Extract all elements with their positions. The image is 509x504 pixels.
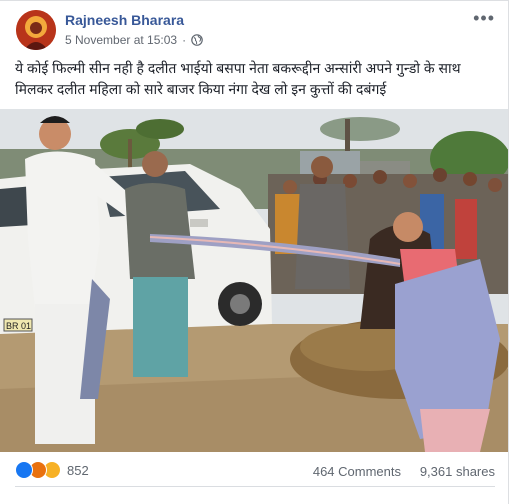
reaction-count: 852 bbox=[67, 462, 89, 478]
post-stats: 852 464 Comments 9,361 shares bbox=[15, 458, 495, 480]
globe-icon[interactable] bbox=[191, 34, 203, 46]
reactions-summary[interactable]: 852 bbox=[15, 461, 89, 479]
post-meta: 5 November at 15:03 · bbox=[65, 33, 203, 47]
ellipsis-icon: ••• bbox=[473, 8, 495, 28]
post-photo-image: BR 01 bbox=[0, 109, 508, 452]
facebook-post: Rajneesh Bharara 5 November at 15:03 · •… bbox=[0, 0, 509, 504]
post-message: ये कोई फिल्मी सीन नही है दलीत भाईयो बसपा… bbox=[15, 60, 461, 97]
shares-count-link[interactable]: 9,361 shares bbox=[420, 464, 495, 479]
divider bbox=[15, 486, 495, 487]
comments-count-link[interactable]: 464 Comments bbox=[313, 464, 401, 479]
post-options-button[interactable]: ••• bbox=[473, 9, 495, 27]
post-top-border bbox=[0, 0, 509, 1]
author-name-link[interactable]: Rajneesh Bharara bbox=[65, 12, 184, 28]
avatar[interactable] bbox=[16, 10, 56, 50]
like-reaction-icon bbox=[15, 461, 33, 479]
post-timestamp-link[interactable]: 5 November at 15:03 bbox=[65, 33, 177, 47]
post-photo[interactable]: BR 01 bbox=[0, 109, 508, 452]
avatar-image bbox=[16, 10, 56, 50]
car-plate-text: BR 01 bbox=[6, 321, 31, 331]
